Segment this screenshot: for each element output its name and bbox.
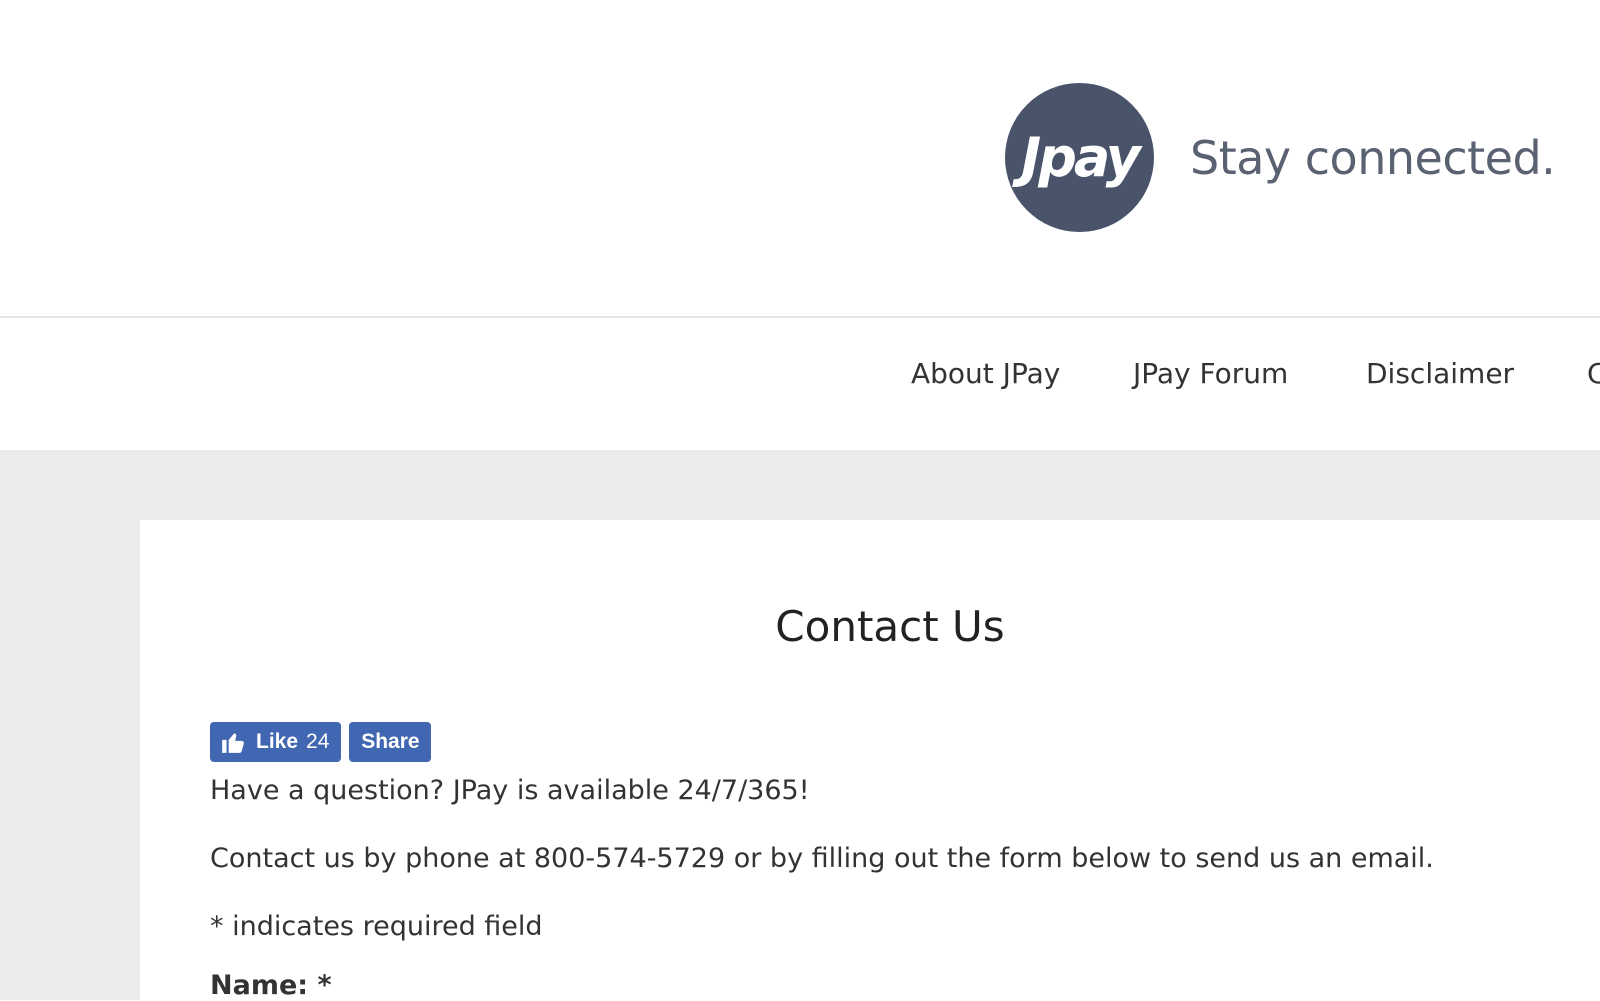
facebook-buttons: Like 24 Share [210, 722, 432, 762]
nav-item-about-jpay[interactable]: About JPay [911, 357, 1060, 390]
nav-item-disclaimer[interactable]: Disclaimer [1366, 357, 1514, 390]
required-field-note: * indicates required field [210, 911, 543, 942]
facebook-share-button[interactable]: Share [349, 722, 432, 762]
contact-text: Contact us by phone at 800-574-5729 or b… [210, 843, 1434, 874]
content-card: Contact Us Like 24 Share Have a question… [140, 520, 1600, 1001]
brand-logo[interactable]: Jpay Stay connected. [1005, 83, 1556, 232]
intro-text: Have a question? JPay is available 24/7/… [210, 775, 810, 806]
like-label: Like [256, 730, 299, 753]
jpay-logo-icon[interactable]: Jpay [1005, 83, 1154, 232]
main-navigation: About JPay JPay Forum Disclaimer C [0, 318, 1600, 450]
name-field-label: Name: * [210, 970, 332, 1001]
page-title: Contact Us [775, 602, 1005, 651]
like-count: 24 [306, 730, 330, 753]
nav-item-jpay-forum[interactable]: JPay Forum [1133, 357, 1288, 390]
facebook-like-button[interactable]: Like 24 [210, 722, 342, 762]
thumbs-up-icon [222, 733, 244, 753]
site-header: Jpay Stay connected. [0, 0, 1600, 318]
nav-item-contact[interactable]: C [1587, 357, 1600, 390]
logo-wordmark: Jpay [1021, 126, 1141, 189]
tagline: Stay connected. [1190, 130, 1556, 185]
